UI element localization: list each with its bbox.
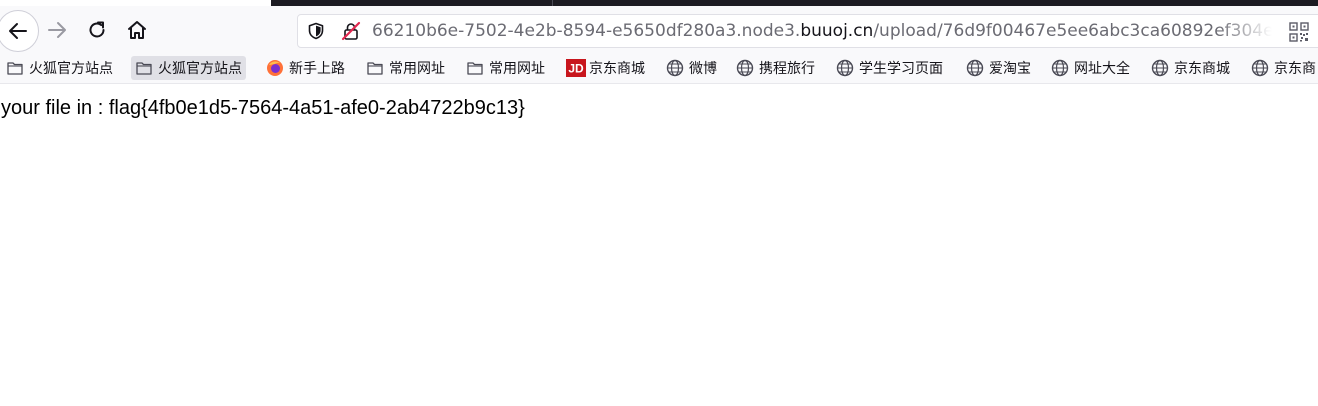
bookmark-item[interactable]: 携程旅行 xyxy=(732,56,819,80)
reload-button[interactable] xyxy=(79,12,115,48)
globe-icon xyxy=(666,59,684,77)
qr-code-icon[interactable] xyxy=(1289,22,1309,42)
bookmark-item[interactable]: 爱淘宝 xyxy=(962,56,1035,80)
back-arrow-icon xyxy=(9,23,27,39)
page-content: your file in : flag{4fb0e1d5-7564-4a51-a… xyxy=(0,85,1318,406)
globe-icon xyxy=(1051,59,1069,77)
bookmark-item[interactable]: 新手上路 xyxy=(262,56,349,80)
bookmark-label: 新手上路 xyxy=(289,61,345,77)
bookmark-item[interactable]: 京东商 xyxy=(1247,56,1318,80)
bookmark-label: 火狐官方站点 xyxy=(29,61,113,77)
back-button[interactable] xyxy=(0,10,39,52)
home-button[interactable] xyxy=(119,12,155,48)
bookmark-item[interactable]: 网址大全 xyxy=(1047,56,1134,80)
globe-icon xyxy=(966,59,984,77)
bookmark-item[interactable]: 微博 xyxy=(662,56,721,80)
folder-icon xyxy=(135,59,153,77)
reload-icon xyxy=(89,21,105,38)
bookmark-label: 微博 xyxy=(689,61,717,77)
globe-icon xyxy=(1151,59,1169,77)
bookmark-item[interactable]: 京东商城 xyxy=(1147,56,1234,80)
bookmark-label: 爱淘宝 xyxy=(989,61,1031,77)
url-text[interactable]: 66210b6e-7502-4e2b-8594-e5650df280a3.nod… xyxy=(372,21,1272,41)
bookmark-label: 学生学习页面 xyxy=(859,61,943,77)
folder-icon xyxy=(6,59,24,77)
bookmark-label: 京东商城 xyxy=(589,61,645,77)
bookmark-item[interactable]: 学生学习页面 xyxy=(832,56,947,80)
insecure-lock-icon[interactable] xyxy=(341,21,361,41)
globe-icon xyxy=(736,59,754,77)
address-bar[interactable]: 66210b6e-7502-4e2b-8594-e5650df280a3.nod… xyxy=(297,14,1318,48)
bookmark-label: 京东商 xyxy=(1274,61,1316,77)
bookmark-label: 京东商城 xyxy=(1174,61,1230,77)
page-body-text: your file in : flag{4fb0e1d5-7564-4a51-a… xyxy=(1,97,525,119)
navigation-toolbar: 66210b6e-7502-4e2b-8594-e5650df280a3.nod… xyxy=(0,6,1318,54)
globe-icon xyxy=(1251,59,1269,77)
bookmarks-toolbar: 火狐官方站点 火狐官方站点 新手上路 常用网址 常用网址 JD 京东商城 微博 xyxy=(0,54,1318,84)
url-domain: buuoj.cn xyxy=(800,21,874,41)
forward-button[interactable] xyxy=(39,12,75,48)
folder-icon xyxy=(366,59,384,77)
bookmark-item[interactable]: 火狐官方站点 xyxy=(131,56,246,80)
bookmark-label: 常用网址 xyxy=(489,61,545,77)
bookmark-label: 火狐官方站点 xyxy=(158,61,242,77)
jd-logo-text: JD xyxy=(568,62,584,76)
firefox-icon xyxy=(266,59,284,77)
tracking-protection-shield-icon[interactable] xyxy=(307,22,325,40)
bookmark-label: 常用网址 xyxy=(389,61,445,77)
forward-arrow-icon xyxy=(48,22,66,38)
bookmark-item[interactable]: 常用网址 xyxy=(362,56,449,80)
folder-icon xyxy=(466,59,484,77)
bookmark-item[interactable]: 火狐官方站点 xyxy=(2,56,117,80)
bookmark-item[interactable]: JD 京东商城 xyxy=(562,56,649,80)
bookmark-item[interactable]: 常用网址 xyxy=(462,56,549,80)
globe-icon xyxy=(836,59,854,77)
home-icon xyxy=(128,21,146,39)
bookmark-label: 网址大全 xyxy=(1074,61,1130,77)
bookmark-label: 携程旅行 xyxy=(759,61,815,77)
jd-icon: JD xyxy=(566,59,586,77)
url-path: /upload/76d9f00467e5ee6abc3ca60892ef304e… xyxy=(873,21,1272,41)
url-prefix: 66210b6e-7502-4e2b-8594-e5650df280a3.nod… xyxy=(372,21,801,41)
